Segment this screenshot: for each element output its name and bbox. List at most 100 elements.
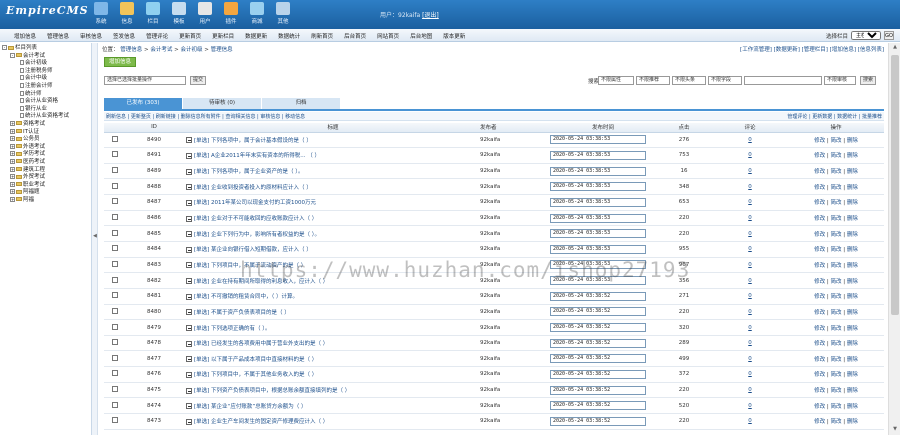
tree-node[interactable]: + 阿福 <box>2 196 89 205</box>
row-delete-link[interactable]: 删除 <box>847 294 858 300</box>
row-quick-edit-link[interactable]: 简改 <box>830 279 841 285</box>
tab-published[interactable]: 已发布 (303) <box>104 98 182 109</box>
row-delete-link[interactable]: 删除 <box>847 169 858 175</box>
tree-node-label[interactable]: 公务员 <box>23 136 40 142</box>
sub-nav-link[interactable]: 后台地图 <box>410 32 432 40</box>
tree-node-label[interactable]: IT认证 <box>23 129 39 135</box>
filter-attr-select[interactable]: 不限属性 <box>598 76 634 85</box>
row-delete-link[interactable]: 删除 <box>847 357 858 363</box>
tree-node-label[interactable]: 阿福 <box>23 197 34 203</box>
top-nav-item[interactable]: 用户 <box>192 1 218 28</box>
row-edit-link[interactable]: 修改 <box>814 185 825 191</box>
row-quick-edit-link[interactable]: 简改 <box>830 294 841 300</box>
row-edit-link[interactable]: 修改 <box>814 169 825 175</box>
tree-node-label[interactable]: 建筑工程 <box>23 167 45 173</box>
row-quick-edit-link[interactable]: 简改 <box>830 357 841 363</box>
breadcrumb-item[interactable]: 会计初级 <box>181 47 203 53</box>
action-links-left[interactable]: 刷新信息 | 更新整页 | 刷新链接 | 删除信息所有附件 | 查询相关信息 |… <box>106 113 305 120</box>
row-quick-edit-link[interactable]: 简改 <box>830 372 841 378</box>
top-nav-item[interactable]: 模板 <box>166 1 192 28</box>
row-title[interactable]: [单选] 已经发生的各项费用中属于营业外支出的是（ ） <box>194 341 328 347</box>
row-edit-link[interactable]: 修改 <box>814 310 825 316</box>
tree-node-label[interactable]: 银行从业 <box>25 106 47 112</box>
row-checkbox[interactable] <box>112 167 118 174</box>
logout-link[interactable]: [退出] <box>422 12 439 19</box>
row-quick-edit-link[interactable]: 简改 <box>830 341 841 347</box>
row-time-input[interactable]: 2020-05-24 03:38:53 <box>550 150 646 160</box>
row-time-input[interactable]: 2020-05-24 03:38:53 <box>550 229 646 239</box>
row-time-input[interactable]: 2020-05-24 03:38:53 <box>550 213 646 223</box>
row-title[interactable]: [单选] 下列资产负债表项目中，根据总账余额直接填列的是（ ） <box>194 388 350 394</box>
row-time-input[interactable]: 2020-05-24 03:38:53 <box>550 182 646 192</box>
row-title[interactable]: [单选] 企业收到投资者投入的原材料应计入（ ） <box>194 185 312 191</box>
row-quick-edit-link[interactable]: 简改 <box>830 138 841 144</box>
row-delete-link[interactable]: 删除 <box>847 263 858 269</box>
row-edit-link[interactable]: 修改 <box>814 341 825 347</box>
row-delete-link[interactable]: 删除 <box>847 372 858 378</box>
row-time-input[interactable]: 2020-05-24 03:38:52 <box>550 401 646 411</box>
row-delete-link[interactable]: 删除 <box>847 388 858 394</box>
tree-node-label[interactable]: 资格考试 <box>23 121 45 127</box>
col-header-id[interactable]: ID <box>126 123 182 133</box>
row-time-input[interactable]: 2020-05-24 03:38:53 <box>550 135 646 145</box>
row-checkbox[interactable] <box>112 135 118 142</box>
tree-node-label[interactable]: 医药考试 <box>23 159 45 165</box>
tree-node[interactable]: 会计中级 <box>2 75 89 83</box>
row-title[interactable]: [单选] 某企业“应付账款”总账贷方余额为（ ） <box>194 404 307 410</box>
tree-node[interactable]: + 外贸考试 <box>2 174 89 182</box>
row-edit-link[interactable]: 修改 <box>814 326 825 332</box>
row-delete-link[interactable]: 删除 <box>847 216 858 222</box>
tree-node-label[interactable]: 注册会计师 <box>25 83 53 89</box>
collapse-icon[interactable]: - <box>2 45 7 50</box>
row-comments-link[interactable]: 0 <box>748 278 752 284</box>
top-nav-item[interactable]: 插件 <box>218 1 244 28</box>
tree-node-label[interactable]: 阿福题 <box>23 189 40 195</box>
edit-icon[interactable] <box>186 387 192 394</box>
expand-icon[interactable]: + <box>10 151 15 157</box>
expand-icon[interactable]: + <box>10 158 15 164</box>
row-edit-link[interactable]: 修改 <box>814 232 825 238</box>
edit-icon[interactable] <box>186 309 192 316</box>
row-quick-edit-link[interactable]: 简改 <box>830 185 841 191</box>
tree-node-label[interactable]: 统计从业资格考试 <box>25 113 69 119</box>
row-delete-link[interactable]: 删除 <box>847 326 858 332</box>
filter-headline-select[interactable]: 不限头条 <box>672 76 706 85</box>
row-delete-link[interactable]: 删除 <box>847 341 858 347</box>
sub-nav-link[interactable]: 网站首页 <box>377 32 399 40</box>
tree-node-label[interactable]: 统计师 <box>25 91 42 97</box>
search-input[interactable] <box>744 76 822 85</box>
tree-node-label[interactable]: 会计考试 <box>23 53 45 59</box>
row-comments-link[interactable]: 0 <box>748 246 752 252</box>
row-comments-link[interactable]: 0 <box>748 356 752 362</box>
collapse-arrow-icon[interactable]: ◀ <box>93 233 97 239</box>
edit-icon[interactable] <box>186 152 192 159</box>
edit-icon[interactable] <box>186 403 192 410</box>
row-comments-link[interactable]: 0 <box>748 152 752 158</box>
sub-nav-link[interactable]: 更新栏目 <box>212 32 234 40</box>
sub-nav-link[interactable]: 刷新首页 <box>311 32 333 40</box>
scroll-up-icon[interactable]: ▲ <box>891 44 899 52</box>
row-checkbox[interactable] <box>112 276 118 283</box>
edit-icon[interactable] <box>186 356 192 363</box>
breadcrumb-item[interactable]: 管理信息 <box>120 47 142 53</box>
scroll-down-icon[interactable]: ▼ <box>891 426 899 434</box>
row-comments-link[interactable]: 0 <box>748 325 752 331</box>
row-time-input[interactable]: 2020-05-24 03:38:52 <box>550 385 646 395</box>
row-delete-link[interactable]: 删除 <box>847 232 858 238</box>
edit-icon[interactable] <box>186 231 192 238</box>
row-title[interactable]: [单选] 企业对于不可能收回的应收账款应计入（ ） <box>194 216 317 222</box>
row-title[interactable]: [单选] A企业2011年年末实有资本的所得税... （ ） <box>194 153 320 159</box>
tree-node-label[interactable]: 注册税务师 <box>25 68 53 74</box>
tree-node[interactable]: + 医药考试 <box>2 158 89 167</box>
row-quick-edit-link[interactable]: 简改 <box>830 200 841 206</box>
action-links-right[interactable]: 管理评论 | 更新数据 | 数据统计 | 批量推荐 <box>787 113 882 120</box>
row-time-input[interactable]: 2020-05-24 03:38:52 <box>550 338 646 348</box>
tree-node-label[interactable]: 外贸考试 <box>23 174 45 180</box>
row-edit-link[interactable]: 修改 <box>814 372 825 378</box>
row-delete-link[interactable]: 删除 <box>847 247 858 253</box>
tree-node[interactable]: 注册会计师 <box>2 82 89 91</box>
expand-icon[interactable]: + <box>10 166 15 172</box>
sub-nav-link[interactable]: 增加信息 <box>14 32 36 40</box>
tree-node[interactable]: + 公务员 <box>2 136 89 144</box>
tab-archive[interactable]: 归档 <box>262 98 340 109</box>
